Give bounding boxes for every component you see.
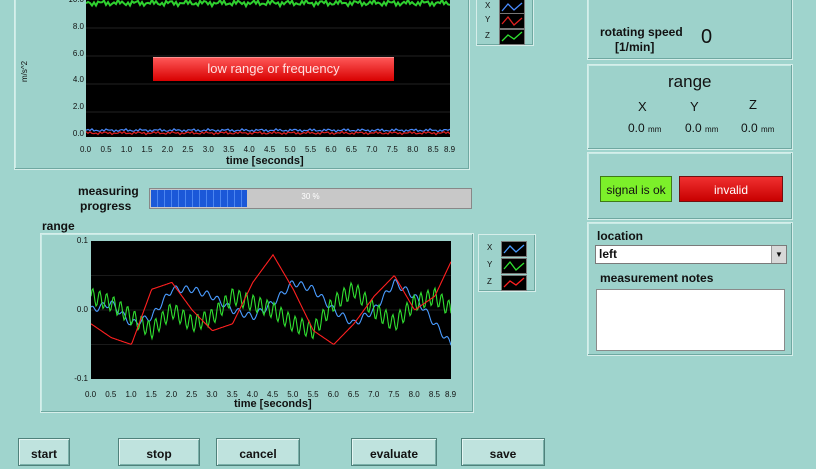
top-x-tick: 7.0 [366, 145, 378, 154]
bottom-x-tick: 6.5 [347, 390, 360, 399]
range-title: range [668, 72, 712, 91]
range-z-value: 0.0 mm [741, 121, 775, 135]
bottom-x-tick: 1.0 [125, 390, 137, 399]
bottom-x-tick: 2.5 [186, 390, 198, 399]
bottom-series-y [91, 281, 451, 341]
top-x-tick: 7.5 [386, 145, 398, 154]
chevron-down-icon[interactable]: ▼ [771, 246, 786, 263]
save-button[interactable]: save [461, 438, 545, 466]
top-y-tick: 4.0 [72, 75, 84, 85]
top-chart-ylabel: m/s^2 [20, 60, 29, 82]
bottom-y-tick: -0.1 [74, 374, 88, 383]
evaluate-button[interactable]: evaluate [351, 438, 437, 466]
top-chart-legend: X Y Z [476, 0, 534, 46]
progress-label-1: measuring [78, 184, 139, 198]
bottom-chart-plot [91, 241, 451, 379]
bottom-x-tick: 6.0 [327, 390, 339, 399]
bottom-x-tick: 8.0 [408, 390, 420, 399]
top-x-tick: 0.0 [80, 145, 92, 154]
location-label: location [597, 229, 644, 243]
bottom-x-tick: 8.5 [428, 390, 440, 399]
cancel-button[interactable]: cancel [216, 438, 300, 466]
top-y-tick: 2.0 [72, 102, 84, 112]
range-y-value: 0.0 mm [685, 121, 719, 135]
top-x-tick: 5.0 [284, 145, 296, 154]
legend2-x: X [479, 239, 535, 257]
top-x-tick: 6.5 [345, 145, 357, 154]
location-select[interactable]: left ▼ [595, 245, 787, 264]
top-y-tick: 10.0 [66, 0, 84, 4]
top-series-z [86, 0, 450, 9]
top-x-tick: 3.0 [202, 145, 214, 154]
top-y-tick: 8.0 [72, 21, 84, 31]
legend2-z: Z [479, 273, 535, 291]
range-y-axis: Y [690, 99, 699, 114]
signal-invalid-indicator: invalid [679, 176, 783, 202]
range-x-value: 0.0 mm [628, 121, 662, 135]
legend2-x-swatch [501, 241, 527, 257]
legend-z: Z [477, 27, 533, 45]
warning-banner: low range or frequency [153, 57, 394, 81]
top-x-tick: 4.0 [243, 145, 255, 154]
progress-text: 30 % [301, 192, 320, 201]
start-button[interactable]: start [18, 438, 70, 466]
bottom-x-tick: 1.5 [145, 390, 157, 399]
top-x-tick: 2.5 [182, 145, 194, 154]
bottom-y-tick: 0.1 [76, 236, 88, 245]
bottom-x-tick: 7.5 [388, 390, 400, 399]
bottom-series-z [91, 253, 451, 345]
top-x-tick: 8.9 [444, 145, 456, 154]
progress-label-2: progress [80, 199, 132, 213]
bottom-x-tick: 7.0 [368, 390, 380, 399]
top-x-tick: 1.5 [141, 145, 153, 154]
bottom-x-tick: 2.0 [165, 390, 178, 399]
range-z-axis: Z [749, 97, 757, 112]
legend-z-swatch [499, 29, 525, 45]
top-x-tick: 1.0 [120, 145, 133, 154]
speed-label-2: [1/min] [615, 40, 655, 54]
bottom-x-tick: 8.9 [445, 390, 457, 399]
stop-button[interactable]: stop [118, 438, 200, 466]
speed-value: 0 [701, 26, 713, 48]
top-series-x [86, 127, 450, 133]
bottom-y-tick: 0.0 [76, 305, 88, 314]
bottom-x-tick: 0.0 [85, 390, 97, 399]
top-x-tick: 0.5 [100, 145, 112, 154]
range-x-axis: X [638, 99, 647, 114]
legend2-z-swatch [501, 275, 527, 291]
bottom-chart-title: range [42, 219, 75, 233]
speed-label-1: rotating speed [600, 25, 683, 39]
legend2-y-swatch [501, 258, 527, 274]
notes-label: measurement notes [600, 271, 714, 285]
bottom-chart-legend: X Y Z [478, 234, 536, 292]
top-x-tick: 4.5 [264, 145, 276, 154]
top-x-tick: 6.0 [325, 145, 337, 154]
location-select-value: left [599, 247, 617, 261]
bottom-chart-xlabel: time [seconds] [234, 398, 312, 410]
top-y-tick: 0.0 [72, 129, 84, 138]
measurement-notes-field[interactable] [596, 289, 785, 351]
top-y-tick: 6.0 [72, 48, 84, 58]
signal-ok-indicator: signal is ok [600, 176, 672, 202]
top-x-tick: 8.0 [407, 145, 419, 154]
top-chart-xlabel: time [seconds] [226, 155, 304, 167]
top-x-tick: 8.5 [427, 145, 439, 154]
top-x-tick: 5.5 [304, 145, 317, 154]
bottom-x-tick: 3.0 [206, 390, 218, 399]
top-x-tick: 3.5 [223, 145, 235, 154]
legend2-y: Y [479, 256, 535, 274]
bottom-x-tick: 0.5 [105, 390, 117, 399]
top-x-tick: 2.0 [161, 145, 173, 154]
progress-bar: 30 % [149, 188, 472, 209]
